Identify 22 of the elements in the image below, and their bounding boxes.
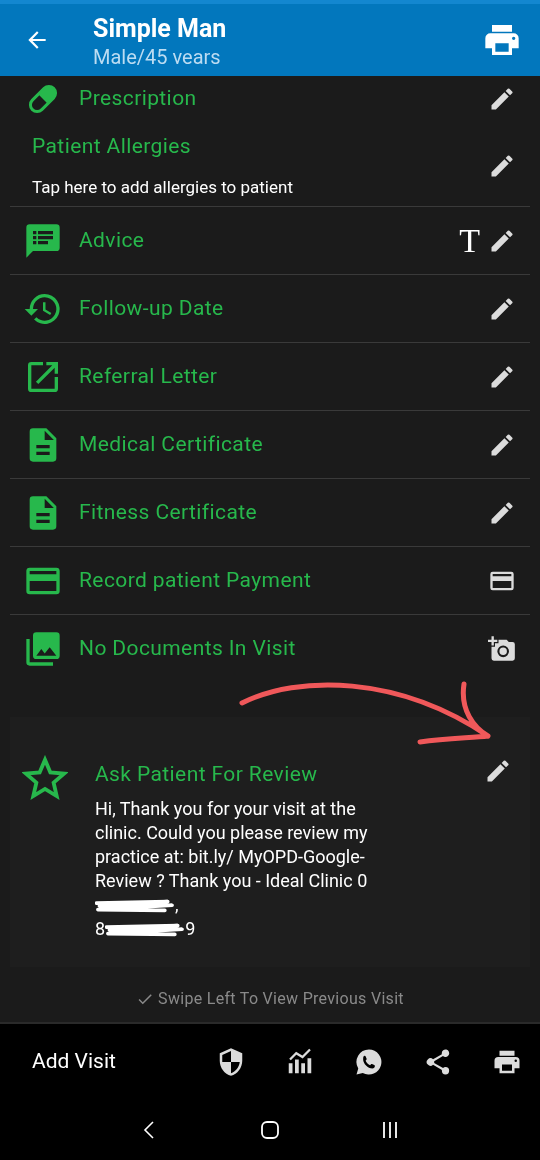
section-title[interactable]: Follow-up Date xyxy=(79,292,224,325)
review-title[interactable]: Ask Patient For Review xyxy=(95,759,385,791)
star-icon xyxy=(22,755,68,801)
patient-details: Male/45 vears xyxy=(93,44,222,70)
section-hint[interactable]: Tap here to add allergies to patient xyxy=(32,174,293,200)
section-title[interactable]: Record patient Payment xyxy=(79,564,312,597)
add-visit-button[interactable]: Add Visit xyxy=(32,1046,116,1078)
swipe-hint: Swipe Left To View Previous Visit xyxy=(158,987,404,1010)
section-title[interactable]: Prescription xyxy=(79,82,197,115)
add-camera-icon[interactable] xyxy=(488,635,516,663)
section-title[interactable]: Referral Letter xyxy=(79,360,218,393)
section-title[interactable]: Patient Allergies xyxy=(32,131,293,163)
home-nav-icon[interactable] xyxy=(258,1118,282,1142)
chat-phone-icon[interactable] xyxy=(354,1047,384,1077)
section-title[interactable]: Fitness Certificate xyxy=(79,496,258,529)
section-title[interactable]: Advice xyxy=(79,224,145,257)
section-title[interactable]: Medical Certificate xyxy=(79,428,263,461)
text-format-button[interactable]: T xyxy=(459,223,480,258)
photos-icon xyxy=(23,629,63,669)
review-message: Hi, Thank you for your visit at the clinic. Could you please review my practice at: bit.ly/ MyOPD-Google-Review ? Thank you - Ideal Clinic 0 , 8 9 xyxy=(95,796,369,941)
section-title[interactable]: No Documents In Visit xyxy=(79,633,296,665)
patient-name: Simple Man xyxy=(93,14,227,44)
